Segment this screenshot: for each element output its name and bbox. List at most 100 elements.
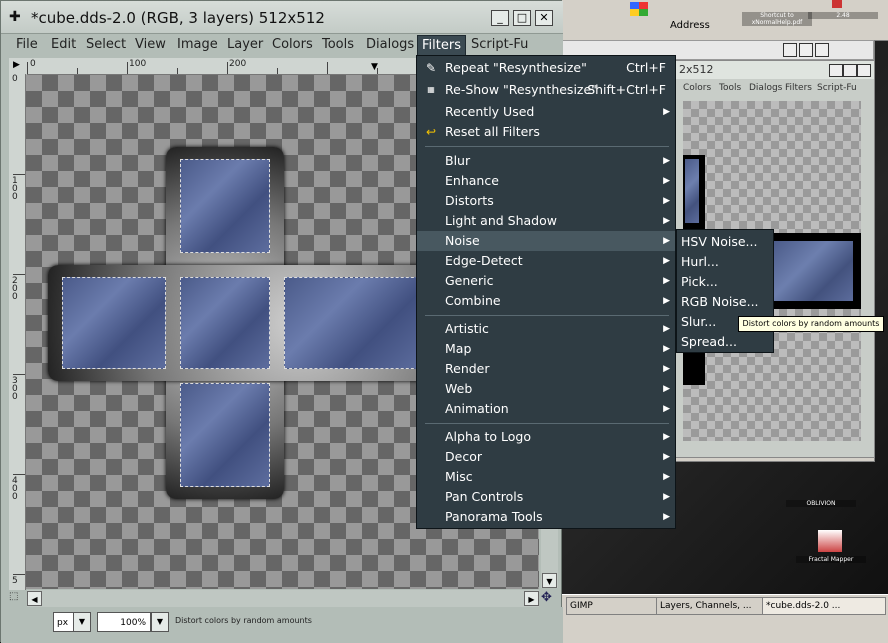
close-icon[interactable] xyxy=(857,64,871,77)
minimize-icon[interactable] xyxy=(829,64,843,77)
menu-item-panorama-tools[interactable]: Panorama Tools ▶ xyxy=(417,507,675,527)
menu-script-fu[interactable]: Script-Fu xyxy=(471,37,528,52)
menu-tools[interactable]: Tools xyxy=(719,83,741,93)
menu-view[interactable]: View xyxy=(135,37,166,52)
submenu-arrow-icon: ▶ xyxy=(663,276,670,286)
maximize-button[interactable]: □ xyxy=(513,10,531,26)
cube-face-top xyxy=(180,159,270,253)
menu-item-animation[interactable]: Animation ▶ xyxy=(417,399,675,419)
menu-dialogs[interactable]: Dialogs xyxy=(366,37,414,52)
menu-item-hurl[interactable]: Hurl... xyxy=(677,252,773,272)
menu-item-render[interactable]: Render ▶ xyxy=(417,359,675,379)
submenu-arrow-icon: ▶ xyxy=(663,344,670,354)
menu-item-distorts[interactable]: Distorts ▶ xyxy=(417,191,675,211)
zoom-dropdown-icon[interactable]: ▼ xyxy=(151,612,169,632)
menu-item-repeat[interactable]: ✎ Repeat "Resynthesize" Ctrl+F xyxy=(417,58,675,78)
submenu-arrow-icon: ▶ xyxy=(663,256,670,266)
cube-face-bottom xyxy=(180,383,270,487)
taskbar-layers[interactable]: Layers, Channels, ... xyxy=(656,597,764,615)
arrow-right-icon: ▶ xyxy=(13,60,20,70)
menu-item-edge-detect[interactable]: Edge-Detect ▶ xyxy=(417,251,675,271)
status-message: Distort colors by random amounts xyxy=(175,616,312,625)
menubar: File Edit Select View Image Layer Colors… xyxy=(1,34,563,57)
menu-item-combine[interactable]: Combine ▶ xyxy=(417,291,675,311)
desktop-icon-shortcut[interactable]: Shortcut to xNormalHelp.pdf xyxy=(742,12,812,26)
window-title: *cube.dds-2.0 (RGB, 3 layers) 512x512 xyxy=(31,9,325,27)
menu-item-hsv-noise[interactable]: HSV Noise... xyxy=(677,232,773,252)
vertical-ruler[interactable]: 0 1 0 0 2 0 0 3 0 0 4 0 0 5 xyxy=(9,74,26,590)
submenu-arrow-icon: ▶ xyxy=(663,472,670,482)
windows-logo-icon xyxy=(630,2,648,16)
menu-item-reshow[interactable]: ▦ Re-Show "Resynthesize" Shift+Ctrl+F xyxy=(417,80,675,100)
menu-item-pick[interactable]: Pick... xyxy=(677,272,773,292)
filters-menu: ✎ Repeat "Resynthesize" Ctrl+F ▦ Re-Show… xyxy=(416,55,676,529)
menu-item-recently-used[interactable]: Recently Used ▶ xyxy=(417,102,675,122)
menu-item-generic[interactable]: Generic ▶ xyxy=(417,271,675,291)
submenu-arrow-icon: ▶ xyxy=(663,176,670,186)
submenu-arrow-icon: ▶ xyxy=(663,492,670,502)
menu-item-noise[interactable]: Noise ▶ xyxy=(417,231,675,251)
desktop-icon-oblivion[interactable]: OBLIVION xyxy=(786,500,856,507)
fractal-mapper-icon[interactable] xyxy=(818,530,842,552)
close-button[interactable]: ✕ xyxy=(535,10,553,26)
scroll-down-icon[interactable]: ▼ xyxy=(542,573,557,588)
taskbar-cube[interactable]: *cube.dds-2.0 ... xyxy=(762,597,886,615)
title-bar: ✚ *cube.dds-2.0 (RGB, 3 layers) 512x512 … xyxy=(1,1,563,34)
background-window-menubar: Colors Tools Dialogs Filters Script-Fu xyxy=(669,81,874,97)
menu-item-misc[interactable]: Misc ▶ xyxy=(417,467,675,487)
menu-item-spread[interactable]: Spread... xyxy=(677,332,773,352)
menu-file[interactable]: File xyxy=(16,37,38,52)
submenu-arrow-icon: ▶ xyxy=(663,404,670,414)
menu-filters[interactable]: Filters xyxy=(417,35,466,57)
cube-face-right xyxy=(284,277,424,369)
menu-item-light-and-shadow[interactable]: Light and Shadow ▶ xyxy=(417,211,675,231)
minimize-button[interactable]: _ xyxy=(491,10,509,26)
submenu-arrow-icon: ▶ xyxy=(663,324,670,334)
menu-item-pan-controls[interactable]: Pan Controls ▶ xyxy=(417,487,675,507)
menu-item-rgb-noise[interactable]: RGB Noise... xyxy=(677,292,773,312)
menu-script-fu[interactable]: Script-Fu xyxy=(817,83,857,93)
menu-item-enhance[interactable]: Enhance ▶ xyxy=(417,171,675,191)
cube-face-left xyxy=(62,277,166,369)
menu-filters[interactable]: Filters xyxy=(785,83,812,93)
menu-item-alpha-to-logo[interactable]: Alpha to Logo ▶ xyxy=(417,427,675,447)
horizontal-scrollbar[interactable]: ◀ ▶ xyxy=(27,590,539,607)
menu-item-map[interactable]: Map ▶ xyxy=(417,339,675,359)
desktop-icon-fractal-mapper[interactable]: Fractal Mapper xyxy=(796,556,866,563)
maximize-icon[interactable] xyxy=(843,64,857,77)
repeat-filter-icon: ✎ xyxy=(425,61,437,75)
menu-colors[interactable]: Colors xyxy=(272,37,313,52)
submenu-arrow-icon: ▶ xyxy=(663,384,670,394)
scroll-left-icon[interactable]: ◀ xyxy=(27,591,42,606)
menu-edit[interactable]: Edit xyxy=(51,37,76,52)
menu-select[interactable]: Select xyxy=(86,37,126,52)
zoom-select[interactable]: 100% xyxy=(97,612,151,632)
navigate-icon[interactable]: ✥ xyxy=(541,590,558,607)
cube-tile xyxy=(773,241,853,301)
menu-item-blur[interactable]: Blur ▶ xyxy=(417,151,675,171)
app-icon[interactable] xyxy=(832,0,842,8)
status-bar: px ▼ 100% ▼ Distort colors by random amo… xyxy=(1,607,563,643)
quick-mask-corner-button[interactable]: ▶ xyxy=(9,58,27,74)
quick-mask-icon[interactable]: ⬚ xyxy=(9,591,25,605)
submenu-arrow-icon: ▶ xyxy=(663,296,670,306)
menu-tools[interactable]: Tools xyxy=(322,37,354,52)
menu-colors[interactable]: Colors xyxy=(683,83,711,93)
menu-layer[interactable]: Layer xyxy=(227,37,263,52)
menu-item-decor[interactable]: Decor ▶ xyxy=(417,447,675,467)
scroll-right-icon[interactable]: ▶ xyxy=(524,591,539,606)
close-icon[interactable] xyxy=(815,43,829,57)
menu-item-web[interactable]: Web ▶ xyxy=(417,379,675,399)
desktop-icon-version[interactable]: 2.48 xyxy=(808,12,878,19)
minimize-icon[interactable] xyxy=(783,43,797,57)
menu-item-reset-filters[interactable]: ↩ Reset all Filters xyxy=(417,122,675,142)
submenu-arrow-icon: ▶ xyxy=(663,452,670,462)
submenu-arrow-icon: ▶ xyxy=(663,236,670,246)
taskbar-gimp[interactable]: GIMP xyxy=(566,597,658,615)
menu-dialogs[interactable]: Dialogs xyxy=(749,83,782,93)
menu-image[interactable]: Image xyxy=(177,37,218,52)
unit-dropdown-icon[interactable]: ▼ xyxy=(73,612,91,632)
maximize-icon[interactable] xyxy=(799,43,813,57)
submenu-arrow-icon: ▶ xyxy=(663,432,670,442)
menu-item-artistic[interactable]: Artistic ▶ xyxy=(417,319,675,339)
